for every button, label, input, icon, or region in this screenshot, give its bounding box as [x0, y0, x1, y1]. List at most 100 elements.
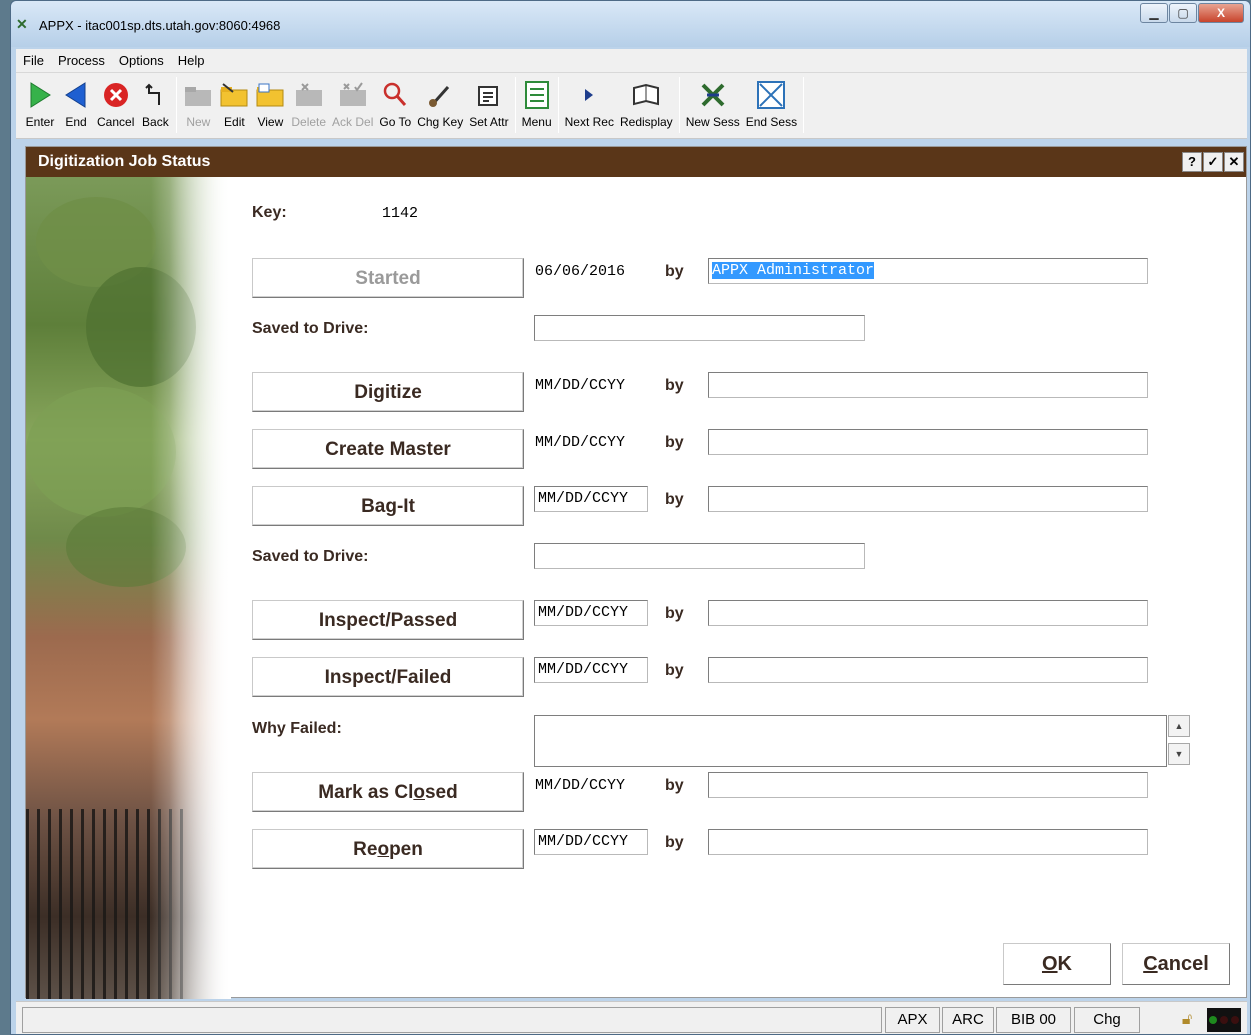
cancel-button[interactable]: Cancel — [1122, 943, 1230, 985]
folder-view-icon — [255, 77, 285, 113]
inspect-passed-by-field[interactable] — [708, 600, 1148, 626]
scroll-down-icon[interactable]: ▼ — [1168, 743, 1190, 765]
redisplay-button[interactable]: Redisplay — [617, 73, 676, 135]
cancel-label-mnemonic: C — [1143, 953, 1158, 975]
create-master-date: MM/DD/CCYY — [535, 434, 626, 451]
mark-as-closed-button[interactable]: Mark as Closed — [252, 772, 524, 812]
new-sess-button[interactable]: New Sess — [683, 73, 743, 135]
why-failed-scrollbar[interactable]: ▲ ▼ — [1168, 715, 1192, 767]
toolbar-label: Back — [142, 115, 169, 129]
view-button[interactable]: View — [252, 73, 288, 135]
by-label: by — [665, 834, 684, 851]
mark-closed-date: MM/DD/CCYY — [535, 777, 626, 794]
close-form-button[interactable]: ✕ — [1224, 152, 1244, 172]
key-label: Key: — [252, 204, 287, 221]
create-master-button[interactable]: Create Master — [252, 429, 524, 469]
toolbar-label: Next Rec — [564, 115, 614, 129]
bag-it-date-field[interactable]: MM/DD/CCYY — [534, 486, 648, 512]
chg-key-button[interactable]: Chg Key — [414, 73, 466, 135]
play-icon — [25, 77, 55, 113]
bag-it-by-field[interactable] — [708, 486, 1148, 512]
inspect-failed-date-field[interactable]: MM/DD/CCYY — [534, 657, 648, 683]
started-date: 06/06/2016 — [535, 263, 626, 280]
title-bar[interactable]: ✕ APPX - itac001sp.dts.utah.gov:8060:496… — [11, 1, 1250, 47]
toolbar-label: Chg Key — [417, 115, 464, 129]
by-label: by — [665, 605, 684, 622]
inspect-failed-button[interactable]: Inspect/Failed — [252, 657, 524, 697]
key-value: 1142 — [382, 205, 419, 222]
toolbar-label: Set Attr — [469, 115, 509, 129]
cancel-toolbar-button[interactable]: Cancel — [94, 73, 137, 135]
go-to-button[interactable]: Go To — [376, 73, 414, 135]
bag-it-button[interactable]: Bag-It — [252, 486, 524, 526]
toolbar-separator — [678, 77, 680, 133]
started-button[interactable]: Started — [252, 258, 524, 298]
ok-button[interactable]: OK — [1003, 943, 1111, 985]
status-bar: APX ARC BIB 00 Chg 🔓︎ — [16, 1001, 1247, 1034]
new-session-icon — [698, 77, 728, 113]
menu-file[interactable]: File — [16, 53, 51, 68]
arrow-left-icon — [61, 77, 91, 113]
mark-closed-by-field[interactable] — [708, 772, 1148, 798]
menu-help[interactable]: Help — [171, 53, 212, 68]
digitize-button[interactable]: Digitize — [252, 372, 524, 412]
inspect-passed-date-field[interactable]: MM/DD/CCYY — [534, 600, 648, 626]
close-window-button[interactable]: X — [1198, 3, 1244, 23]
window-title: APPX - itac001sp.dts.utah.gov:8060:4968 — [39, 18, 281, 33]
back-button[interactable]: Back — [137, 73, 173, 135]
cancel-label-rest: ancel — [1157, 953, 1209, 975]
end-session-icon — [756, 77, 786, 113]
ack-del-button[interactable]: Ack Del — [329, 73, 376, 135]
menu-process[interactable]: Process — [51, 53, 112, 68]
minimize-button[interactable]: ▁ — [1140, 3, 1168, 23]
menu-options[interactable]: Options — [112, 53, 171, 68]
key-icon — [425, 77, 455, 113]
toolbar-label: End Sess — [745, 115, 798, 129]
saved-to-drive-field-2[interactable] — [534, 543, 865, 569]
help-button[interactable]: ? — [1182, 152, 1202, 172]
next-rec-button[interactable]: Next Rec — [562, 73, 617, 135]
redisplay-icon — [631, 77, 661, 113]
status-bib: BIB 00 — [996, 1007, 1071, 1033]
end-sess-button[interactable]: End Sess — [743, 73, 800, 135]
end-button[interactable]: End — [58, 73, 94, 135]
maximize-button[interactable]: ▢ — [1169, 3, 1197, 23]
ok-label-rest: K — [1057, 953, 1072, 975]
digitize-date: MM/DD/CCYY — [535, 377, 626, 394]
saved-to-drive-label-2: Saved to Drive: — [252, 548, 369, 565]
started-by-field[interactable]: APPX Administrator — [708, 258, 1148, 284]
form-header: Digitization Job Status ? ✓ ✕ — [26, 147, 1246, 177]
toolbar-separator — [176, 77, 178, 133]
scroll-up-icon[interactable]: ▲ — [1168, 715, 1190, 737]
new-button[interactable]: New — [180, 73, 216, 135]
reopen-date-field[interactable]: MM/DD/CCYY — [534, 829, 648, 855]
digitize-by-field[interactable] — [708, 372, 1148, 398]
attributes-icon — [474, 77, 504, 113]
menu-icon — [522, 77, 552, 113]
why-failed-textarea[interactable] — [534, 715, 1167, 767]
status-arc: ARC — [942, 1007, 994, 1033]
status-lights-icon — [1207, 1008, 1241, 1032]
inspect-failed-by-field[interactable] — [708, 657, 1148, 683]
ok-label-mnemonic: O — [1041, 953, 1058, 975]
saved-to-drive-field[interactable] — [534, 315, 865, 341]
by-label: by — [665, 377, 684, 394]
inspect-passed-button[interactable]: Inspect/Passed — [252, 600, 524, 640]
mark-closed-label-pre: Mark as Cl — [318, 782, 414, 803]
by-label: by — [665, 777, 684, 794]
reopen-button[interactable]: Reopen — [252, 829, 524, 869]
next-icon — [574, 77, 604, 113]
confirm-button[interactable]: ✓ — [1203, 152, 1223, 172]
set-attr-button[interactable]: Set Attr — [466, 73, 511, 135]
enter-button[interactable]: Enter — [22, 73, 58, 135]
building-photo — [26, 177, 231, 999]
delete-button[interactable]: Delete — [288, 73, 329, 135]
reopen-by-field[interactable] — [708, 829, 1148, 855]
edit-button[interactable]: Edit — [216, 73, 252, 135]
create-master-by-field[interactable] — [708, 429, 1148, 455]
menu-toolbar-button[interactable]: Menu — [519, 73, 555, 135]
status-mode: Chg — [1074, 1007, 1140, 1033]
toolbar-label: New — [186, 115, 211, 129]
toolbar: Enter End Cancel Back New Edit View Dele… — [16, 73, 1247, 139]
toolbar-separator — [803, 77, 805, 133]
